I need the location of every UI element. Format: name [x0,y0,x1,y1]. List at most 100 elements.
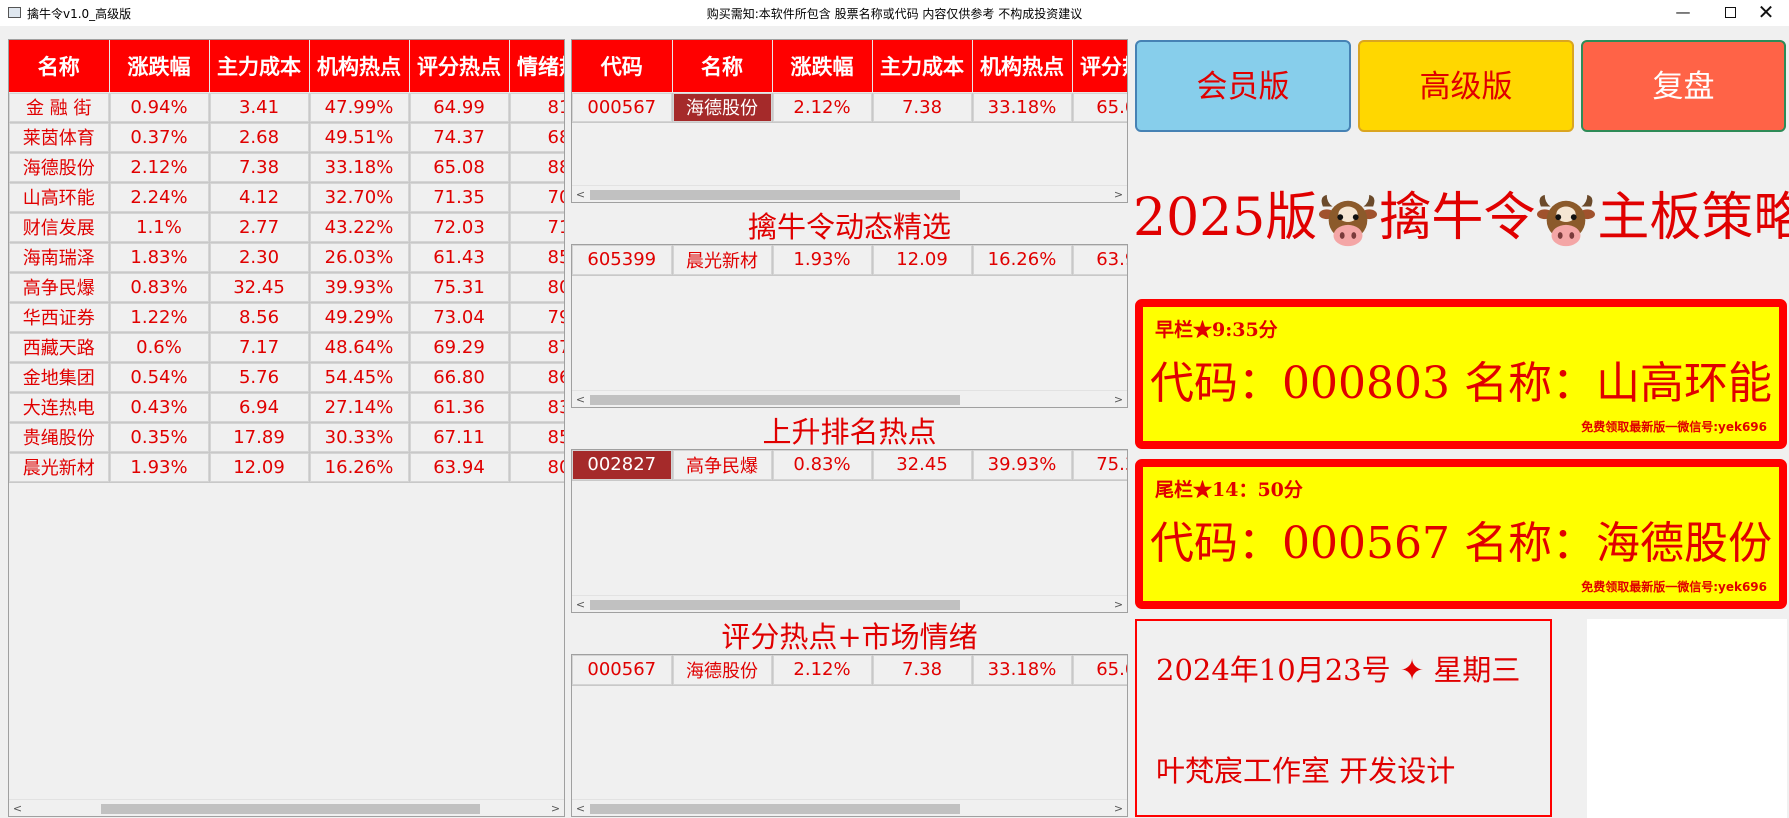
scroll-left-icon[interactable]: < [9,800,26,816]
table-cell[interactable]: 86 [509,362,564,393]
scroll-right-icon[interactable]: > [1110,391,1127,407]
table-cell[interactable]: 西藏天路 [9,332,110,363]
scroll-left-icon[interactable]: < [572,800,589,816]
table-cell[interactable]: 64.99 [409,92,510,123]
table-row[interactable]: 金地集团0.54%5.7654.45%66.8086 [9,362,564,393]
table-cell[interactable]: 1.83% [109,242,210,273]
table-row[interactable]: 西藏天路0.6%7.1748.64%69.2987 [9,332,564,363]
table-cell[interactable]: 80 [509,452,564,483]
table-cell[interactable]: 72.03 [409,212,510,243]
table-cell[interactable]: 16.26% [972,245,1073,276]
table-cell[interactable]: 27.14% [309,392,410,423]
table-cell[interactable]: 4.12 [209,182,310,213]
table-cell[interactable]: 0.94% [109,92,210,123]
scroll-thumb[interactable] [590,600,960,610]
table-row[interactable]: 晨光新材1.93%12.0916.26%63.9480 [9,452,564,483]
table-cell[interactable]: 67.11 [409,422,510,453]
column-header[interactable]: 名称 [672,40,773,93]
table-cell[interactable]: 12.09 [872,245,973,276]
table-cell[interactable]: 81 [509,92,564,123]
table-row[interactable]: 605399晨光新材1.93%12.0916.26%63.94 [572,245,1127,276]
table-cell[interactable]: 63.94 [409,452,510,483]
table-cell[interactable]: 7.38 [872,92,973,123]
table-cell[interactable]: 33.18% [972,655,1073,686]
table-cell[interactable]: 山高环能 [9,182,110,213]
table-cell[interactable]: 43.22% [309,212,410,243]
table-cell[interactable]: 高争民爆 [672,450,773,481]
column-header[interactable]: 机构热点 [972,40,1073,93]
table-cell[interactable]: 70 [509,182,564,213]
table-row[interactable]: 大连热电0.43%6.9427.14%61.3683 [9,392,564,423]
table-cell[interactable]: 大连热电 [9,392,110,423]
table-cell[interactable]: 3.41 [209,92,310,123]
table-cell[interactable]: 32.70% [309,182,410,213]
table-cell[interactable]: 0.35% [109,422,210,453]
table-cell[interactable]: 65.08 [1072,655,1127,686]
table-cell[interactable]: 33.18% [972,92,1073,123]
table-cell[interactable]: 5.76 [209,362,310,393]
table-cell[interactable]: 海德股份 [672,92,773,123]
table-row[interactable]: 002827高争民爆0.83%32.4539.93%75.31 [572,450,1127,481]
table-cell[interactable]: 39.93% [972,450,1073,481]
scroll-thumb[interactable] [590,804,960,814]
table-cell[interactable]: 6.94 [209,392,310,423]
table-cell[interactable]: 16.26% [309,452,410,483]
table-cell[interactable]: 63.94 [1072,245,1127,276]
table-row[interactable]: 000567海德股份2.12%7.3833.18%65.08 [572,92,1127,123]
table-cell[interactable]: 2.77 [209,212,310,243]
scroll-right-icon[interactable]: > [1110,596,1127,612]
dynamic-pick-scrollbar[interactable]: < > [572,390,1127,407]
table-cell[interactable]: 74.37 [409,122,510,153]
table-cell[interactable]: 68 [509,122,564,153]
table-cell[interactable]: 0.54% [109,362,210,393]
table-cell[interactable]: 金地集团 [9,362,110,393]
table-cell[interactable]: 65.08 [1072,92,1127,123]
table-cell[interactable]: 65.08 [409,152,510,183]
main-pick-scrollbar[interactable]: < > [572,185,1127,202]
table-cell[interactable]: 26.03% [309,242,410,273]
table-cell[interactable]: 605399 [572,245,673,276]
table-row[interactable]: 000567海德股份2.12%7.3833.18%65.08 [572,655,1127,686]
scroll-right-icon[interactable]: > [1110,186,1127,202]
table-cell[interactable]: 0.83% [772,450,873,481]
table-cell[interactable]: 贵绳股份 [9,422,110,453]
left-table-scrollbar[interactable]: < > [9,799,564,816]
table-cell[interactable]: 1.22% [109,302,210,333]
table-cell[interactable]: 海德股份 [9,152,110,183]
column-header[interactable]: 涨跌幅 [109,40,210,93]
table-cell[interactable]: 1.93% [772,245,873,276]
table-cell[interactable]: 71 [509,212,564,243]
table-cell[interactable]: 75.31 [1072,450,1127,481]
table-cell[interactable]: 0.37% [109,122,210,153]
table-row[interactable]: 莱茵体育0.37%2.6849.51%74.3768 [9,122,564,153]
table-cell[interactable]: 财信发展 [9,212,110,243]
table-row[interactable]: 海南瑞泽1.83%2.3026.03%61.4385 [9,242,564,273]
table-cell[interactable]: 金 融 街 [9,92,110,123]
table-cell[interactable]: 000567 [572,655,673,686]
table-cell[interactable]: 61.43 [409,242,510,273]
table-cell[interactable]: 1.93% [109,452,210,483]
column-header[interactable]: 名称 [9,40,110,93]
column-header[interactable]: 涨跌幅 [772,40,873,93]
table-cell[interactable]: 49.29% [309,302,410,333]
table-cell[interactable]: 海南瑞泽 [9,242,110,273]
scroll-right-icon[interactable]: > [547,800,564,816]
column-header[interactable]: 主力成本 [209,40,310,93]
table-row[interactable]: 金 融 街0.94%3.4147.99%64.9981 [9,92,564,123]
table-cell[interactable]: 海德股份 [672,655,773,686]
table-cell[interactable]: 2.30 [209,242,310,273]
table-cell[interactable]: 32.45 [872,450,973,481]
scroll-right-icon[interactable]: > [1110,800,1127,816]
table-cell[interactable]: 79 [509,302,564,333]
table-cell[interactable]: 2.24% [109,182,210,213]
table-row[interactable]: 山高环能2.24%4.1232.70%71.3570 [9,182,564,213]
table-cell[interactable]: 39.93% [309,272,410,303]
table-cell[interactable]: 002827 [572,450,673,481]
table-row[interactable]: 华西证券1.22%8.5649.29%73.0479 [9,302,564,333]
table-cell[interactable]: 2.68 [209,122,310,153]
column-header[interactable]: 主力成本 [872,40,973,93]
review-button[interactable]: 复盘 [1581,40,1786,132]
column-header[interactable]: 情绪热点 [509,40,564,93]
table-cell[interactable]: 75.31 [409,272,510,303]
table-cell[interactable]: 83 [509,392,564,423]
